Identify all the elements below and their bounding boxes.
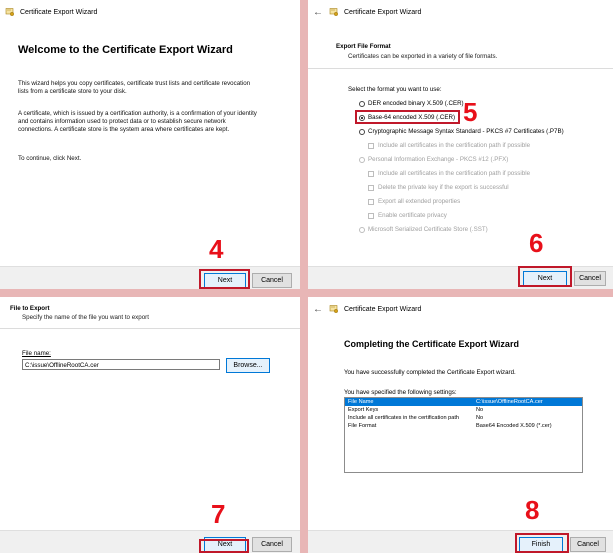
option-label: Include all certificates in the certific… bbox=[378, 142, 531, 149]
sst-format-option[interactable]: Microsoft Serialized Certificate Store (… bbox=[359, 226, 488, 233]
pfx-include-chain-option[interactable]: Include all certificates in the certific… bbox=[368, 170, 530, 177]
text-line: A certificate, which is issued by a cert… bbox=[18, 110, 257, 117]
radio-button[interactable] bbox=[359, 100, 365, 107]
file-to-export-page: File to Export Specify the name of the f… bbox=[0, 297, 300, 553]
radio-button[interactable] bbox=[359, 226, 365, 233]
option-label: Delete the private key if the export is … bbox=[378, 184, 509, 191]
window-title: Certificate Export Wizard bbox=[344, 8, 422, 16]
page-title: Completing the Certificate Export Wizard bbox=[344, 339, 519, 349]
checkbox[interactable] bbox=[368, 212, 374, 219]
cancel-button[interactable]: Cancel bbox=[252, 537, 292, 552]
header-divider bbox=[308, 68, 613, 69]
text-line: and contains information used to protect… bbox=[18, 118, 226, 125]
settings-row[interactable]: Export Keys No bbox=[345, 406, 582, 414]
text-line: This wizard helps you copy certificates,… bbox=[18, 80, 251, 87]
settings-label: You have specified the following setting… bbox=[344, 389, 457, 396]
window-title: Certificate Export Wizard bbox=[344, 305, 422, 313]
option-label: DER encoded binary X.509 (.CER) bbox=[368, 100, 464, 107]
export-file-format-page: ← Certificate Export Wizard Export File … bbox=[308, 0, 613, 289]
title-bar: ← Certificate Export Wizard bbox=[308, 297, 613, 321]
cancel-button[interactable]: Cancel bbox=[574, 271, 606, 286]
der-format-option[interactable]: DER encoded binary X.509 (.CER) bbox=[359, 100, 464, 107]
step-number: 6 bbox=[529, 228, 544, 258]
option-label: Personal Information Exchange - PKCS #12… bbox=[368, 156, 509, 163]
page-subtitle: Specify the name of the file you want to… bbox=[22, 314, 149, 321]
certificate-icon bbox=[329, 7, 339, 17]
checkbox[interactable] bbox=[368, 184, 374, 191]
step-highlight bbox=[515, 533, 569, 553]
header-divider bbox=[0, 328, 300, 329]
setting-key: File Name bbox=[348, 399, 374, 405]
cancel-button[interactable]: Cancel bbox=[252, 273, 292, 288]
option-label: Cryptographic Message Syntax Standard - … bbox=[368, 128, 564, 135]
export-extended-properties-option[interactable]: Export all extended properties bbox=[368, 198, 460, 205]
continue-instruction: To continue, click Next. bbox=[18, 155, 82, 162]
option-label: Microsoft Serialized Certificate Store (… bbox=[368, 226, 488, 233]
step-number: 4 bbox=[209, 234, 224, 264]
certificate-icon bbox=[5, 7, 15, 17]
window-title: Certificate Export Wizard bbox=[20, 8, 98, 16]
page-title: Welcome to the Certificate Export Wizard bbox=[18, 44, 233, 56]
option-label: Include all certificates in the certific… bbox=[378, 170, 531, 177]
pfx-format-option[interactable]: Personal Information Exchange - PKCS #12… bbox=[359, 156, 508, 163]
title-bar: ← Certificate Export Wizard bbox=[308, 0, 613, 24]
certificate-icon bbox=[329, 304, 339, 314]
setting-value: No bbox=[476, 407, 484, 413]
text-line: lists from a certificate store to your d… bbox=[18, 88, 127, 95]
step-highlight bbox=[355, 110, 460, 124]
setting-value: No bbox=[476, 415, 484, 421]
pkcs7-format-option[interactable]: Cryptographic Message Syntax Standard - … bbox=[359, 128, 564, 135]
file-name-label: File name: bbox=[22, 350, 51, 357]
back-arrow-icon[interactable]: ← bbox=[313, 304, 323, 315]
format-prompt: Select the format you want to use: bbox=[348, 86, 442, 93]
settings-row[interactable]: Include all certificates in the certific… bbox=[345, 414, 582, 422]
checkbox[interactable] bbox=[368, 198, 374, 205]
completion-message: You have successfully completed the Cert… bbox=[344, 369, 516, 376]
step-number: 5 bbox=[463, 97, 478, 127]
page-title: Export File Format bbox=[336, 43, 391, 50]
setting-value: C:\issue\OfflineRootCA.cer bbox=[476, 399, 543, 405]
title-bar: Certificate Export Wizard bbox=[0, 0, 300, 24]
settings-list[interactable]: File Name C:\issue\OfflineRootCA.cer Exp… bbox=[344, 397, 583, 473]
option-label: Export all extended properties bbox=[378, 198, 461, 205]
page-subtitle: Certificates can be exported in a variet… bbox=[348, 53, 498, 60]
description-paragraph: A certificate, which is issued by a cert… bbox=[18, 110, 257, 134]
pkcs7-include-chain-option[interactable]: Include all certificates in the certific… bbox=[368, 142, 530, 149]
file-name-input[interactable]: C:\issue\OfflineRootCA.cer bbox=[22, 359, 220, 370]
browse-button[interactable]: Browse... bbox=[226, 358, 270, 373]
back-arrow-icon[interactable]: ← bbox=[313, 7, 323, 18]
step-highlight bbox=[199, 539, 249, 553]
delete-private-key-option[interactable]: Delete the private key if the export is … bbox=[368, 184, 509, 191]
checkbox[interactable] bbox=[368, 170, 374, 177]
enable-certificate-privacy-option[interactable]: Enable certificate privacy bbox=[368, 212, 447, 219]
step-highlight bbox=[199, 269, 250, 289]
setting-key: Export Keys bbox=[348, 407, 379, 413]
text-line: connections. A certificate store is the … bbox=[18, 126, 230, 133]
settings-row[interactable]: File Format Base64 Encoded X.509 (*.cer) bbox=[345, 422, 582, 430]
radio-button[interactable] bbox=[359, 156, 365, 163]
checkbox[interactable] bbox=[368, 142, 374, 149]
radio-button[interactable] bbox=[359, 128, 365, 135]
setting-key: File Format bbox=[348, 423, 377, 429]
page-title: File to Export bbox=[10, 305, 50, 312]
cancel-button[interactable]: Cancel bbox=[570, 537, 606, 552]
setting-value: Base64 Encoded X.509 (*.cer) bbox=[476, 423, 552, 429]
completing-wizard-page: ← Certificate Export Wizard Completing t… bbox=[308, 297, 613, 553]
step-number: 8 bbox=[525, 495, 540, 525]
intro-paragraph: This wizard helps you copy certificates,… bbox=[18, 80, 250, 96]
step-number: 7 bbox=[211, 499, 226, 529]
option-label: Enable certificate privacy bbox=[378, 212, 447, 219]
setting-key: Include all certificates in the certific… bbox=[348, 415, 460, 421]
step-highlight bbox=[518, 266, 572, 287]
settings-row[interactable]: File Name C:\issue\OfflineRootCA.cer bbox=[345, 398, 582, 406]
welcome-wizard-page: Certificate Export Wizard Welcome to the… bbox=[0, 0, 300, 289]
